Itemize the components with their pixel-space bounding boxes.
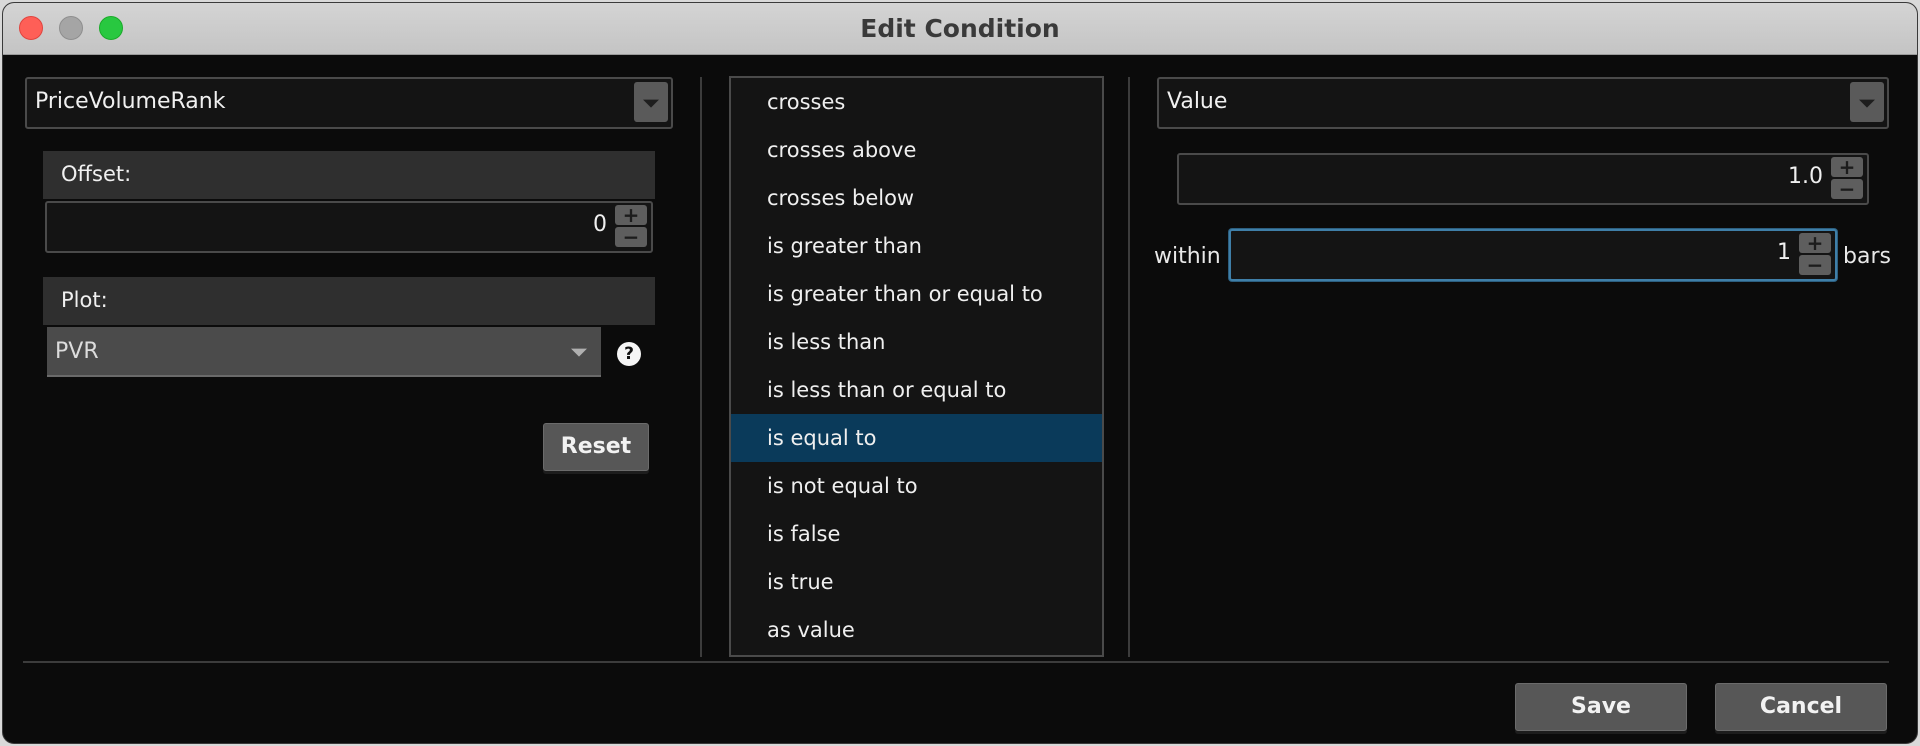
offset-field[interactable]: 0 + − <box>45 201 653 253</box>
left-divider <box>700 77 702 657</box>
within-increment-button[interactable]: + <box>1799 233 1831 253</box>
plus-icon: + <box>622 203 640 227</box>
plus-icon: + <box>1806 231 1824 255</box>
within-label: within <box>1154 244 1221 269</box>
operator-item-crosses-above[interactable]: crosses above <box>731 126 1102 174</box>
title-bar: Edit Condition <box>3 3 1917 55</box>
offset-decrement-button[interactable]: − <box>615 227 647 247</box>
value-field[interactable]: 1.0 + − <box>1177 153 1869 205</box>
offset-increment-button[interactable]: + <box>615 205 647 225</box>
offset-header: Offset: <box>43 151 655 199</box>
triangle-down-icon <box>1859 99 1875 108</box>
footer-divider <box>23 661 1889 663</box>
save-button[interactable]: Save <box>1515 683 1687 731</box>
plus-icon: + <box>1838 155 1856 179</box>
window-title: Edit Condition <box>860 14 1060 43</box>
minus-icon: − <box>1838 177 1856 201</box>
operator-item-crosses-below[interactable]: crosses below <box>731 174 1102 222</box>
minus-icon: − <box>622 225 640 249</box>
value-type-dropdown-value: Value <box>1167 89 1228 114</box>
operator-item-greater-than[interactable]: is greater than <box>731 222 1102 270</box>
question-mark-icon[interactable]: ? <box>617 342 641 366</box>
value-increment-button[interactable]: + <box>1831 157 1863 177</box>
operator-item-is-false[interactable]: is false <box>731 510 1102 558</box>
bars-label: bars <box>1843 244 1891 269</box>
operator-list[interactable]: crosses crosses above crosses below is g… <box>729 76 1104 657</box>
operator-item-equal-to[interactable]: is equal to <box>731 414 1102 462</box>
operator-item-less-than[interactable]: is less than <box>731 318 1102 366</box>
operator-item-less-or-equal[interactable]: is less than or equal to <box>731 366 1102 414</box>
operator-item-is-true[interactable]: is true <box>731 558 1102 606</box>
study-dropdown-toggle[interactable] <box>634 82 668 122</box>
edit-condition-window: Edit Condition PriceVolumeRank Offset: 0… <box>2 2 1918 744</box>
value-field-value: 1.0 <box>1788 164 1823 189</box>
operator-item-crosses[interactable]: crosses <box>731 78 1102 126</box>
plot-select[interactable]: PVR <box>47 327 601 377</box>
plot-select-value: PVR <box>55 339 99 364</box>
study-dropdown[interactable]: PriceVolumeRank <box>25 77 673 129</box>
operator-item-greater-or-equal[interactable]: is greater than or equal to <box>731 270 1102 318</box>
triangle-down-icon <box>571 348 587 357</box>
triangle-down-icon <box>643 99 659 108</box>
study-dropdown-value: PriceVolumeRank <box>35 89 226 114</box>
value-type-dropdown[interactable]: Value <box>1157 77 1889 129</box>
within-decrement-button[interactable]: − <box>1799 255 1831 275</box>
plot-header: Plot: <box>43 277 655 325</box>
offset-value: 0 <box>593 212 607 237</box>
operator-item-not-equal-to[interactable]: is not equal to <box>731 462 1102 510</box>
within-bars-field[interactable]: 1 + − <box>1229 229 1837 281</box>
right-divider <box>1128 77 1130 657</box>
value-type-dropdown-toggle[interactable] <box>1850 82 1884 122</box>
minus-icon: − <box>1806 253 1824 277</box>
within-bars-value: 1 <box>1777 240 1791 265</box>
value-decrement-button[interactable]: − <box>1831 179 1863 199</box>
operator-item-as-value[interactable]: as value <box>731 606 1102 654</box>
cancel-button[interactable]: Cancel <box>1715 683 1887 731</box>
reset-button[interactable]: Reset <box>543 423 649 471</box>
